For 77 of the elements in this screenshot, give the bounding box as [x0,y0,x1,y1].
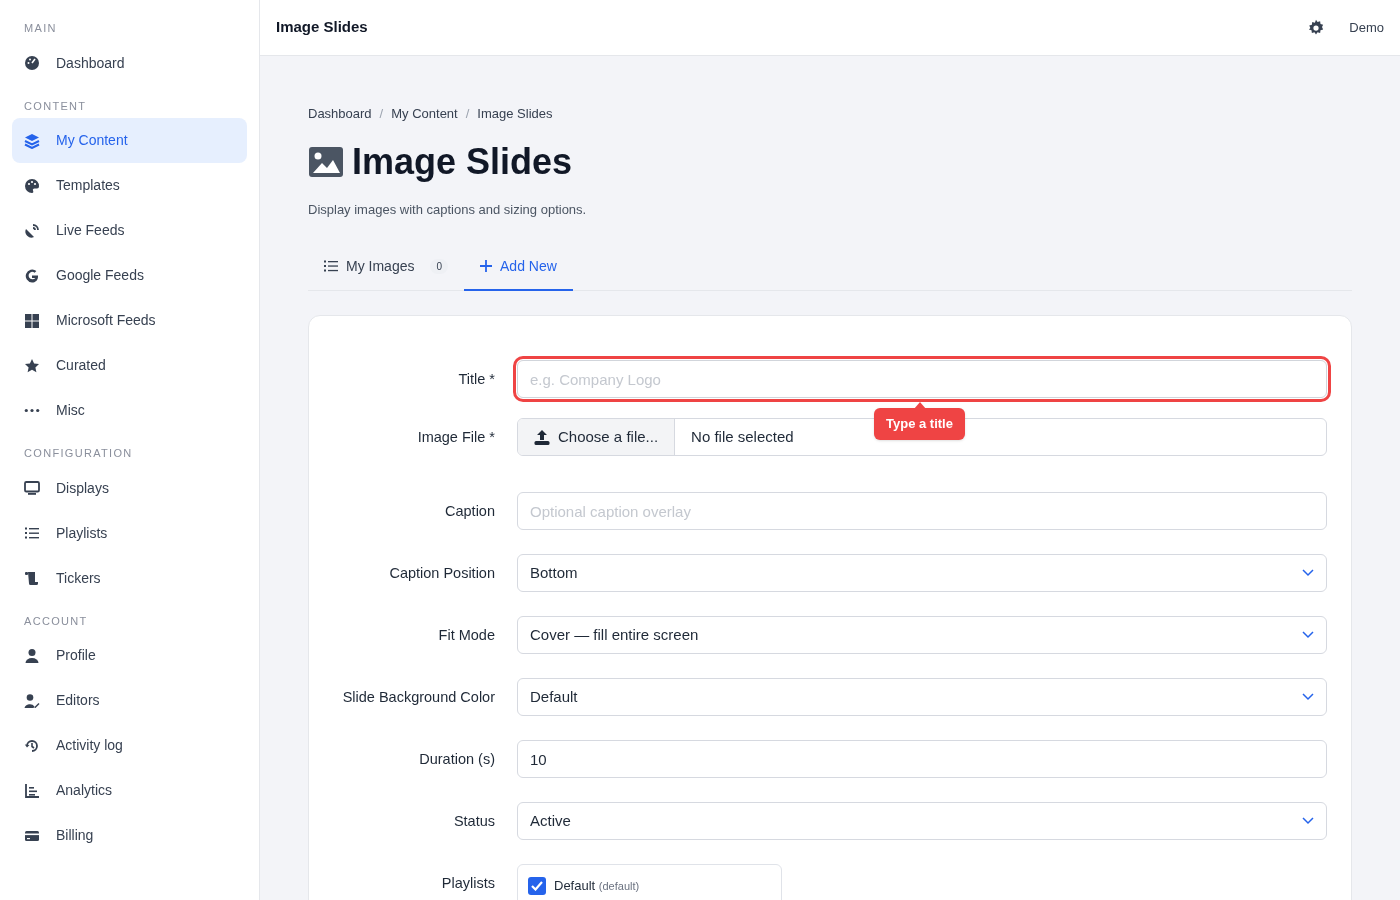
section-heading: CONFIGURATION [23,446,134,461]
sidebar-item[interactable]: Analytics [12,768,247,813]
page-subtitle: Display images with captions and sizing options. [308,200,588,219]
breadcrumb-separator: / [379,105,384,123]
sidebar-item[interactable]: Misc [12,388,247,433]
choose-file-button[interactable]: Choose a file... [518,419,676,455]
section-heading: MAIN [23,21,58,36]
select-field[interactable]: Active [517,802,1327,840]
sidebar-item[interactable]: Microsoft Feeds [12,298,247,343]
palette-icon [24,177,40,194]
sidebar-item[interactable]: Billing [12,813,247,858]
ellipsis-icon [24,408,40,413]
scroll-icon [24,570,40,586]
breadcrumb-separator: / [465,105,470,123]
checkbox[interactable] [528,876,546,895]
select-field[interactable]: Bottom [517,554,1327,592]
dashboard-icon [24,55,40,71]
breadcrumb-link[interactable]: Image Slides [477,104,553,124]
sidebar-item[interactable]: My Content [12,118,247,163]
select-field[interactable]: Default [517,678,1327,716]
plus-icon [480,260,493,272]
file-name: No file selected [690,426,795,447]
field-label: Duration (s) [418,750,495,769]
sidebar-item[interactable]: Editors [12,678,247,723]
count-badge: 0 [430,258,449,274]
satellite-dish-icon [24,222,40,239]
page-title: Image Slides [352,143,573,180]
windows-icon [24,312,40,329]
sidebar-item[interactable]: Templates [12,163,247,208]
sidebar-item[interactable]: Google Feeds [12,253,247,298]
sidebar-item[interactable]: Live Feeds [12,208,247,253]
field-label: Caption Position [388,564,495,583]
tooltip-pointer [914,402,926,409]
layers-icon [24,132,40,149]
field-label: Fit Mode [437,626,495,645]
select-field[interactable]: Cover — fill entire screen [517,616,1327,654]
sidebar-item[interactable]: Playlists [12,510,247,556]
sidebar-item[interactable]: Displays [12,465,247,511]
google-icon [24,267,40,284]
sidebar-item[interactable]: Curated [12,343,247,388]
sidebar-item[interactable]: Profile [12,633,247,678]
input-field[interactable]: 10 [517,740,1327,778]
field-label: Image File * [416,428,495,447]
field-label: Status [452,812,495,831]
section-heading: ACCOUNT [23,613,89,629]
field-label: Playlists [440,874,495,893]
section-heading: CONTENT [23,98,88,114]
option-label: Default (default) [554,877,640,895]
field-label: Caption [444,502,495,521]
list-icon [24,525,40,541]
star-icon [24,357,40,374]
field-label: Slide Background Color [341,688,495,707]
settings-icon[interactable] [1307,18,1326,37]
chevron-down-icon [1302,569,1314,577]
user-icon [24,647,40,664]
chart-icon [24,782,40,799]
field-label: Title * [457,370,495,389]
chevron-down-icon [1302,817,1314,825]
sidebar-item[interactable]: Activity log [12,723,247,768]
image-icon [308,145,344,178]
sidebar-item[interactable]: Tickers [12,555,247,601]
input-field[interactable]: e.g. Company Logo [517,360,1327,398]
input-field[interactable]: Optional caption overlay [517,492,1327,530]
header-title: Image Slides [276,17,368,38]
history-icon [24,737,40,754]
monitor-icon [24,480,40,496]
sidebar-item[interactable]: Dashboard [12,40,247,86]
list-icon [324,260,338,272]
chevron-down-icon [1302,631,1314,639]
user-edit-icon [24,692,40,709]
user-menu[interactable]: Demo [1349,17,1384,38]
upload-icon [534,429,550,445]
tab[interactable]: My Images 0 [308,243,465,291]
breadcrumb-link[interactable]: Dashboard [308,104,372,124]
chevron-down-icon [1302,693,1314,701]
breadcrumb-link[interactable]: My Content [391,104,458,124]
tab[interactable]: Add New [464,243,573,291]
